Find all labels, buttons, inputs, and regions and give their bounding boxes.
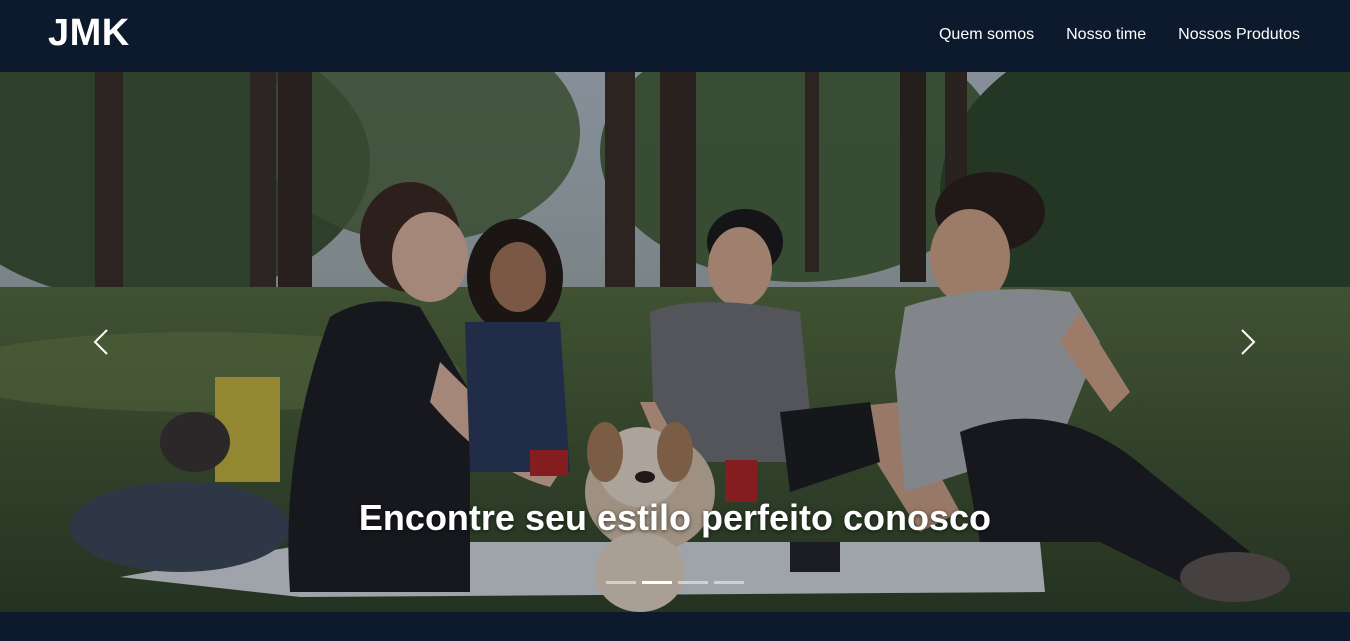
carousel-indicator[interactable]	[606, 581, 636, 584]
carousel-next-button[interactable]	[1228, 322, 1268, 362]
carousel-prev-button[interactable]	[82, 322, 122, 362]
nav-link-nossos-produtos[interactable]: Nossos Produtos	[1178, 24, 1300, 46]
brand-logo[interactable]: JMK	[48, 10, 130, 56]
carousel-caption: Encontre seu estilo perfeito conosco	[358, 497, 992, 538]
nav-link-quem-somos[interactable]: Quem somos	[939, 24, 1034, 46]
carousel-indicator[interactable]	[642, 581, 672, 584]
carousel-indicator[interactable]	[714, 581, 744, 584]
page-bottom-band	[0, 612, 1350, 641]
nav-links: Quem somos Nosso time Nossos Produtos	[939, 24, 1300, 46]
nav-link-nosso-time[interactable]: Nosso time	[1066, 24, 1146, 46]
carousel-indicator[interactable]	[678, 581, 708, 584]
hero-carousel: Encontre seu estilo perfeito conosco	[0, 72, 1350, 612]
chevron-right-icon	[1241, 329, 1256, 355]
carousel-indicators	[606, 581, 744, 584]
navbar: JMK Quem somos Nosso time Nossos Produto…	[0, 0, 1350, 72]
chevron-left-icon	[93, 329, 108, 355]
